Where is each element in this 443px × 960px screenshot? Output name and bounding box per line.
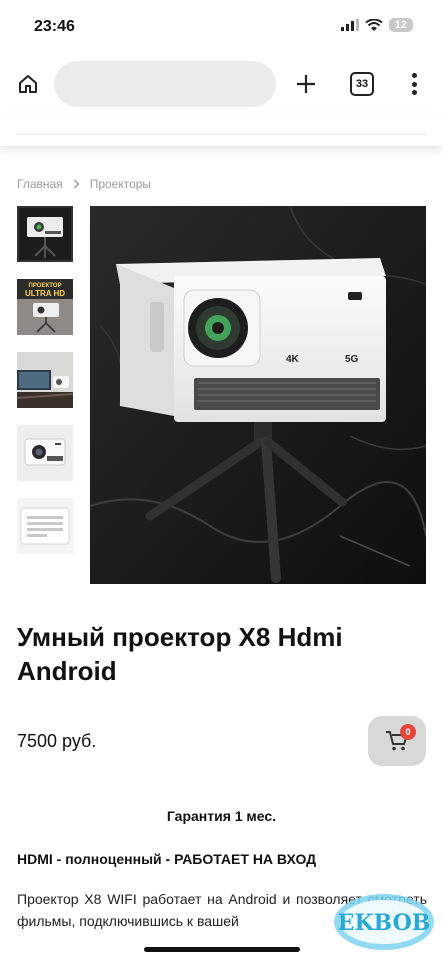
warranty-text: Гарантия 1 мес.	[166, 808, 277, 824]
tabs-button[interactable]: 33	[350, 72, 374, 96]
thumb-text-bottom: ULTRA HD	[25, 289, 65, 298]
thumbnail-3[interactable]	[17, 352, 73, 408]
more-menu-button[interactable]	[406, 71, 422, 97]
plus-icon	[297, 75, 315, 93]
badge-4k: 4K	[286, 354, 300, 365]
browser-toolbar: 33	[0, 56, 443, 114]
product-thumbnails: ПРОЕКТОР ULTRA HD	[17, 206, 73, 571]
thumbnail-2[interactable]: ПРОЕКТОР ULTRA HD	[17, 279, 73, 335]
signal-icon	[340, 19, 359, 31]
address-bar[interactable]	[54, 61, 276, 107]
projector-photo: 4K 5G	[90, 206, 426, 584]
projector-side-thumbnail-image	[17, 498, 73, 554]
product-title: Умный проектор X8 Hdmi Android	[17, 622, 343, 686]
menu-dot-icon	[411, 73, 417, 78]
home-indicator[interactable]	[144, 947, 300, 952]
product-price: 7500 руб.	[17, 731, 97, 751]
projector-ultra-hd-thumbnail-image: ПРОЕКТОР ULTRA HD	[17, 279, 73, 335]
site-header	[0, 114, 443, 146]
status-icons: 12	[340, 18, 413, 32]
header-divider	[16, 134, 427, 135]
badge-5g: 5G	[345, 354, 359, 365]
product-main-image[interactable]: 4K 5G	[90, 206, 426, 584]
menu-dot-icon	[411, 81, 417, 87]
watermark-text: EKBOB	[338, 910, 431, 936]
new-tab-button[interactable]	[292, 70, 320, 98]
status-bar: 23:46 12	[0, 0, 443, 56]
hdmi-feature-text: HDMI - полноценный - РАБОТАЕТ НА ВХОД	[17, 851, 317, 867]
thumbnail-4[interactable]	[17, 425, 73, 481]
home-icon	[19, 75, 37, 93]
ekbob-watermark-logo: EKBOB	[332, 890, 436, 954]
status-time: 23:46	[34, 18, 75, 35]
breadcrumb-projectors-link[interactable]: Проекторы	[90, 177, 151, 191]
thumbnail-5[interactable]	[17, 498, 73, 554]
wifi-icon	[365, 18, 383, 31]
breadcrumb-home-link[interactable]: Главная	[17, 177, 63, 191]
projector-front-thumbnail-image	[17, 425, 73, 481]
thumbnail-1[interactable]	[17, 206, 73, 262]
cart-button[interactable]: 0	[368, 716, 426, 766]
home-button[interactable]	[14, 70, 42, 98]
projector-room-thumbnail-image	[17, 352, 73, 408]
breadcrumb: Главная Проекторы	[17, 177, 151, 191]
cart-count-badge: 0	[400, 724, 416, 740]
projector-thumbnail-image	[17, 206, 73, 262]
chevron-right-icon	[73, 179, 80, 189]
battery-indicator: 12	[388, 18, 413, 32]
menu-dot-icon	[411, 90, 417, 95]
